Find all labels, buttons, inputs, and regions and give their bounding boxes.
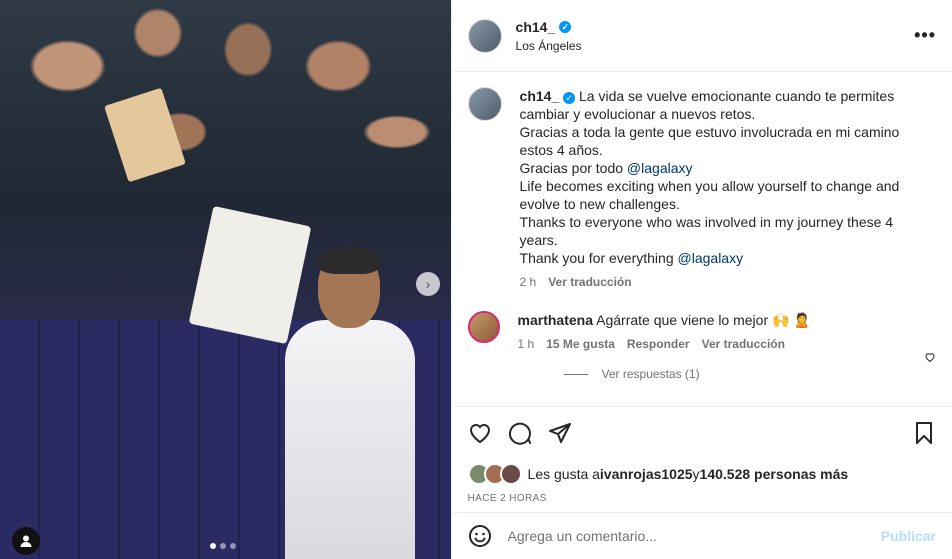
caption-meta: 2 h Ver traducción xyxy=(520,275,920,289)
add-comment-bar: Publicar xyxy=(451,512,952,559)
caption-username[interactable]: ch14_ xyxy=(520,88,560,104)
carousel-dots xyxy=(210,543,236,549)
location-link[interactable]: Los Ángeles xyxy=(516,39,582,53)
heart-icon[interactable] xyxy=(468,421,492,445)
mention-link[interactable]: @lagalaxy xyxy=(678,250,744,266)
caption-time[interactable]: 2 h xyxy=(520,275,537,289)
comment: marthatena Agárrate que viene lo mejor 🙌… xyxy=(467,311,936,363)
see-translation-link[interactable]: Ver traducción xyxy=(548,275,631,289)
player-hair xyxy=(318,246,380,274)
tagged-users-button[interactable] xyxy=(12,527,40,555)
comments-section: ch14_ ✓ La vida se vuelve emocionante cu… xyxy=(452,73,952,406)
carousel-dot xyxy=(230,543,236,549)
avatar[interactable] xyxy=(467,87,502,121)
chevron-right-icon: › xyxy=(425,276,431,292)
avatar xyxy=(499,463,522,485)
comment-input[interactable] xyxy=(505,527,881,545)
view-replies-label: Ver respuestas (1) xyxy=(601,367,700,381)
replies-divider xyxy=(563,373,588,375)
caption-line: Gracias a toda la gente que estuvo invol… xyxy=(519,124,900,158)
post-actions: Les gusta a ivanrojas1025 y 140.528 pers… xyxy=(451,406,952,506)
likes-summary: Les gusta a ivanrojas1025 y 140.528 pers… xyxy=(467,463,936,485)
header-username-row: ch14_ ✓ xyxy=(516,19,582,35)
verified-badge-icon: ✓ xyxy=(563,92,576,104)
comment-text: marthatena Agárrate que viene lo mejor 🙌… xyxy=(518,311,811,329)
post-header: ch14_ ✓ Los Ángeles ••• xyxy=(451,0,952,72)
post-sidebar: ch14_ ✓ Los Ángeles ••• ch14_ ✓ La vida … xyxy=(450,0,952,559)
bookmark-icon[interactable] xyxy=(912,421,936,445)
liker-username[interactable]: ivanrojas1025 xyxy=(600,466,693,482)
liker-avatars xyxy=(467,463,522,485)
post-dialog: › ch14_ ✓ Los Ángeles ••• ch14_ ✓ La vid… xyxy=(0,0,952,559)
share-icon[interactable] xyxy=(548,421,572,445)
player-jersey xyxy=(285,320,415,559)
reply-button[interactable]: Responder xyxy=(627,337,690,351)
caption-line: La vida se vuelve emocionante cuando te … xyxy=(519,88,895,122)
caption-line: Gracias por todo xyxy=(519,160,627,176)
comment-username[interactable]: marthatena xyxy=(518,312,593,328)
user-icon xyxy=(20,535,32,547)
more-options-button[interactable]: ••• xyxy=(914,25,936,46)
mention-link[interactable]: @lagalaxy xyxy=(627,160,693,176)
verified-badge-icon: ✓ xyxy=(559,20,572,33)
likes-count[interactable]: 140.528 personas más xyxy=(700,466,849,482)
post-timestamp[interactable]: HACE 2 HORAS xyxy=(468,493,936,504)
avatar[interactable] xyxy=(467,18,502,53)
carousel-dot xyxy=(210,543,216,549)
comment-icon[interactable] xyxy=(508,421,532,445)
see-translation-link[interactable]: Ver traducción xyxy=(702,337,785,351)
emoji-icon[interactable] xyxy=(468,524,492,548)
next-photo-button[interactable]: › xyxy=(416,272,440,296)
post-photo[interactable]: › xyxy=(0,0,451,559)
comment-likes[interactable]: 15 Me gusta xyxy=(546,337,615,351)
publish-button[interactable]: Publicar xyxy=(881,528,936,544)
caption-line: Thanks to everyone who was involved in m… xyxy=(519,214,894,248)
header-username[interactable]: ch14_ xyxy=(516,19,556,35)
caption-text: ch14_ ✓ La vida se vuelve emocionante cu… xyxy=(520,87,920,267)
avatar[interactable] xyxy=(467,311,500,343)
view-replies[interactable]: Ver respuestas (1) xyxy=(563,367,936,381)
caption: ch14_ ✓ La vida se vuelve emocionante cu… xyxy=(467,87,936,289)
caption-line: Life becomes exciting when you allow you… xyxy=(519,178,900,212)
likes-middle: y xyxy=(692,466,700,482)
comment-meta: 1 h 15 Me gusta Responder Ver traducción xyxy=(518,337,811,351)
likes-prefix: Les gusta a xyxy=(527,466,600,482)
like-comment-icon[interactable] xyxy=(924,351,936,363)
comment-body: Agárrate que viene lo mejor 🙌 🙎 xyxy=(596,312,811,328)
comment-time[interactable]: 1 h xyxy=(518,337,535,351)
carousel-dot xyxy=(220,543,226,549)
caption-line: Thank you for everything xyxy=(519,250,678,266)
